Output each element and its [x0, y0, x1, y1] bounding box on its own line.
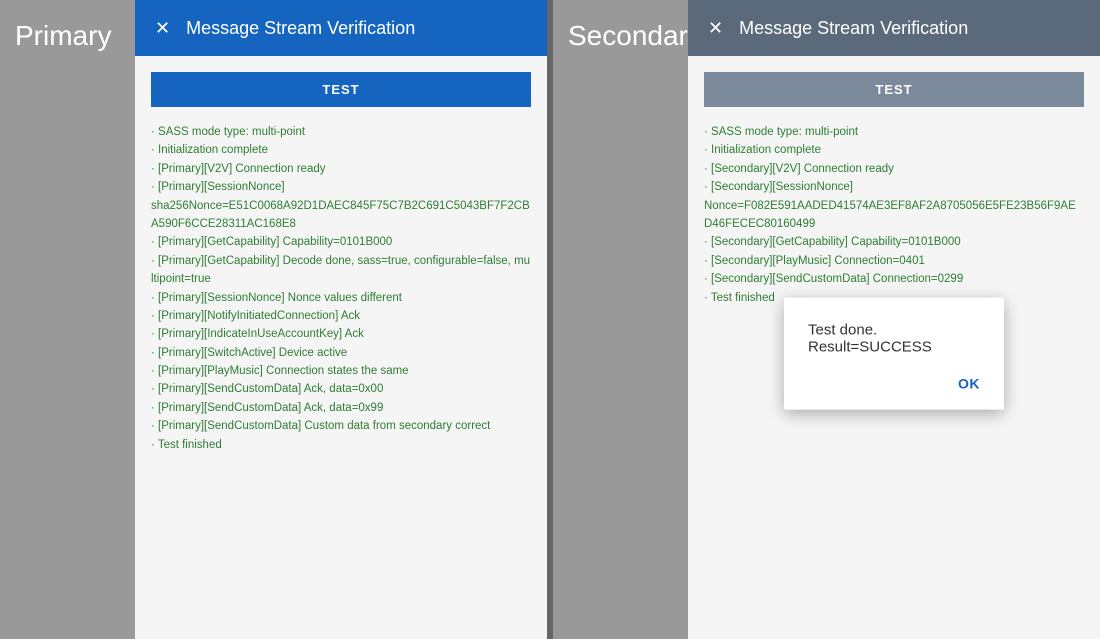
result-dialog-ok-button[interactable]: OK — [958, 375, 980, 391]
left-panel-background: Primary — [0, 0, 135, 639]
right-test-button: TEST — [704, 72, 1084, 107]
left-dialog-body: TEST · SASS mode type: multi-point · Ini… — [135, 56, 547, 639]
right-log-area: · SASS mode type: multi-point · Initiali… — [704, 123, 1084, 307]
right-close-button[interactable]: ✕ — [704, 15, 727, 41]
right-dialog-area: ✕ Message Stream Verification TEST · SAS… — [688, 0, 1100, 639]
left-log-area: · SASS mode type: multi-point · Initiali… — [151, 123, 531, 454]
left-panel: Primary ✕ Message Stream Verification TE… — [0, 0, 547, 639]
right-dialog-body: TEST · SASS mode type: multi-point · Ini… — [688, 56, 1100, 639]
left-close-button[interactable]: ✕ — [151, 15, 174, 41]
result-dialog: Test done. Result=SUCCESS OK — [784, 297, 1004, 409]
result-dialog-message: Test done. Result=SUCCESS — [808, 321, 980, 355]
left-test-button[interactable]: TEST — [151, 72, 531, 107]
right-panel-title: Secondary — [568, 20, 702, 52]
right-dialog-title: Message Stream Verification — [739, 18, 968, 39]
left-panel-title: Primary — [15, 20, 111, 52]
right-dialog-header: ✕ Message Stream Verification — [688, 0, 1100, 56]
right-panel-background: Secondary — [553, 0, 688, 639]
left-dialog-header: ✕ Message Stream Verification — [135, 0, 547, 56]
right-panel: Secondary ✕ Message Stream Verification … — [553, 0, 1100, 639]
left-dialog-title: Message Stream Verification — [186, 18, 415, 39]
left-dialog-area: ✕ Message Stream Verification TEST · SAS… — [135, 0, 547, 639]
result-dialog-ok-container: OK — [808, 375, 980, 393]
